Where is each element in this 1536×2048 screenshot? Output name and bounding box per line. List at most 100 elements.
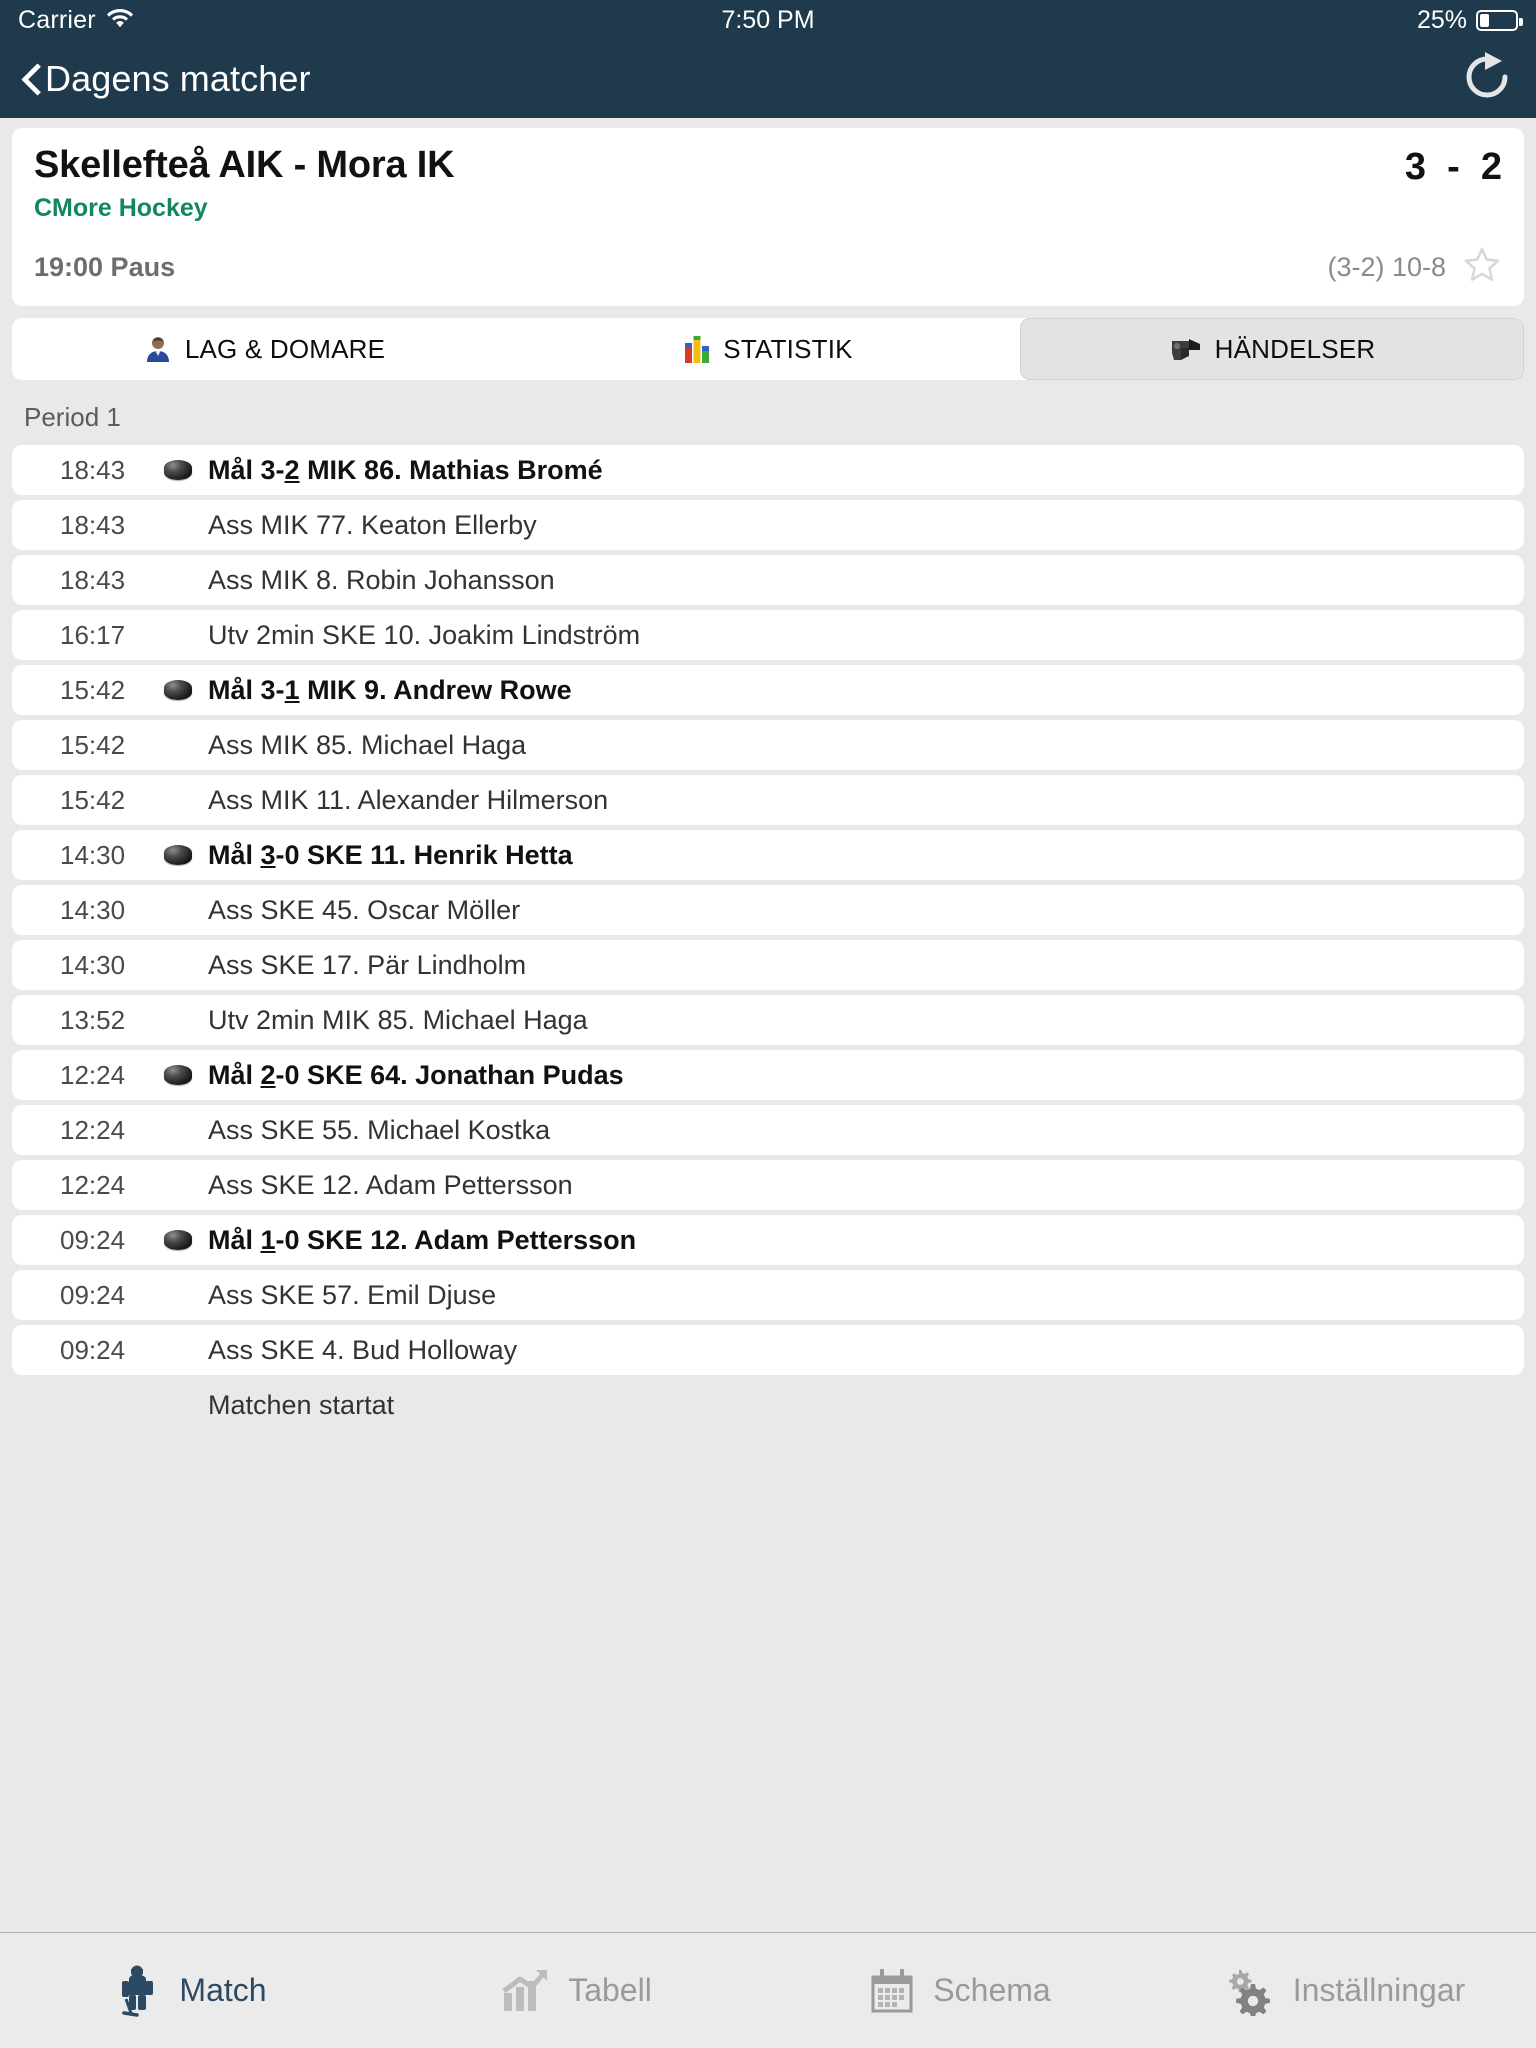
event-text: Ass MIK 77. Keaton Ellerby [208, 509, 537, 540]
tab-handelser-label: HÄNDELSER [1214, 333, 1376, 364]
bottom-tab-installningar-label: Inställningar [1292, 1972, 1466, 2008]
event-text: Ass SKE 57. Emil Djuse [208, 1279, 497, 1310]
tab-lag-domare[interactable]: LAG & DOMARE [12, 318, 516, 380]
bottom-tab-tabell-label: Tabell [568, 1972, 652, 2008]
event-time: 18:43 [60, 454, 126, 485]
event-time: 12:24 [60, 1169, 126, 1200]
event-scoring-team-digit: 2 [284, 454, 300, 485]
status-bar-left: Carrier [18, 6, 134, 35]
event-time: 14:30 [60, 894, 126, 925]
event-row[interactable]: 18:43 Ass MIK 8. Robin Johansson [12, 555, 1524, 605]
event-scoring-team-digit: 2 [260, 1059, 276, 1090]
bottom-tab-schema-label: Schema [933, 1972, 1051, 2008]
event-scoring-team-digit: 1 [260, 1224, 276, 1255]
event-time: 18:43 [60, 509, 126, 540]
puck-icon [164, 845, 208, 865]
bottom-tab-installningar[interactable]: Inställningar [1152, 1966, 1536, 2016]
tab-lag-domare-label: LAG & DOMARE [184, 333, 386, 364]
match-title-row: Skellefteå AIK - Mora IK 3 - 2 [34, 145, 1502, 189]
event-row[interactable]: 12:24 Mål 2-0 SKE 64. Jonathan Pudas [12, 1050, 1524, 1100]
events-list: 18:43 Mål 3-2 MIK 86. Mathias Bromé 18:43 A… [0, 445, 1536, 1435]
event-text: Mål 3-1 MIK 9. Andrew Rowe [208, 674, 572, 705]
battery-icon [1476, 9, 1523, 31]
bottom-tab-bar: Match Tabell Schema Inställningar [0, 1932, 1536, 2048]
event-row[interactable]: 14:30 Ass SKE 17. Pär Lindholm [12, 940, 1524, 990]
puck-glyph [164, 1065, 192, 1085]
event-time: 15:42 [60, 729, 126, 760]
person-icon [143, 334, 173, 364]
event-row[interactable]: 12:24 Ass SKE 12. Adam Pettersson [12, 1160, 1524, 1210]
bottom-tab-schema[interactable]: Schema [768, 1967, 1152, 2015]
puck-glyph [164, 680, 192, 700]
bottom-tab-match[interactable]: Match [0, 1965, 384, 2017]
status-bar-clock: 7:50 PM [721, 5, 815, 34]
star-outline-icon [1462, 247, 1502, 289]
tab-handelser[interactable]: HÄNDELSER [1020, 318, 1524, 380]
back-button-label: Dagens matcher [45, 58, 311, 99]
event-text: Mål 3-2 MIK 86. Mathias Bromé [208, 454, 603, 485]
event-row[interactable]: 15:42 Ass MIK 85. Michael Haga [12, 720, 1524, 770]
event-row[interactable]: 13:52 Utv 2min MIK 85. Michael Haga [12, 995, 1524, 1045]
tab-statistik[interactable]: STATISTIK [516, 318, 1020, 380]
event-time: 15:42 [60, 674, 126, 705]
refresh-button[interactable] [1460, 50, 1514, 109]
puck-icon [164, 460, 208, 480]
event-row[interactable]: 14:30 Ass SKE 45. Oscar Möller [12, 885, 1524, 935]
event-time: 09:24 [60, 1334, 126, 1365]
event-row[interactable]: 09:24 Mål 1-0 SKE 12. Adam Pettersson [12, 1215, 1524, 1265]
event-row[interactable]: 15:42 Mål 3-1 MIK 9. Andrew Rowe [12, 665, 1524, 715]
event-row[interactable]: 12:24 Ass SKE 55. Michael Kostka [12, 1105, 1524, 1155]
event-time: 12:24 [60, 1114, 126, 1145]
event-row[interactable]: 18:43 Mål 3-2 MIK 86. Mathias Bromé [12, 445, 1524, 495]
event-text: Utv 2min MIK 85. Michael Haga [208, 1004, 588, 1035]
event-text: Matchen startat [208, 1389, 395, 1420]
chart-up-icon [500, 1967, 550, 2015]
event-row[interactable]: 15:42 Ass MIK 11. Alexander Hilmerson [12, 775, 1524, 825]
gears-icon [1223, 1966, 1275, 2016]
match-score: 3 - 2 [1404, 146, 1502, 188]
tab-statistik-label: STATISTIK [723, 333, 853, 364]
carrier-label: Carrier [18, 5, 96, 34]
event-time: 16:17 [60, 619, 126, 650]
event-time: 18:43 [60, 564, 126, 595]
status-bar-right: 25% [1417, 6, 1523, 35]
event-time: 15:42 [60, 784, 126, 815]
bottom-tab-tabell[interactable]: Tabell [384, 1967, 768, 2015]
goalie-icon [117, 1965, 161, 2017]
whistle-icon [1169, 335, 1203, 363]
event-text: Ass MIK 11. Alexander Hilmerson [208, 784, 609, 815]
event-row[interactable]: 09:24 Ass SKE 4. Bud Holloway [12, 1325, 1524, 1375]
event-text: Ass MIK 85. Michael Haga [208, 729, 527, 760]
match-channel: CMore Hockey [34, 194, 208, 222]
event-row[interactable]: 18:43 Ass MIK 77. Keaton Ellerby [12, 500, 1524, 550]
puck-icon [164, 1230, 208, 1250]
event-text: Mål 1-0 SKE 12. Adam Pettersson [208, 1224, 637, 1255]
event-scoring-team-digit: 1 [284, 674, 300, 705]
puck-glyph [164, 845, 192, 865]
period-label: Period 1 [24, 402, 121, 432]
puck-icon [164, 1065, 208, 1085]
calendar-icon [869, 1967, 915, 2015]
event-text: Ass SKE 17. Pär Lindholm [208, 949, 527, 980]
event-scoring-team-digit: 3 [260, 839, 276, 870]
event-text: Ass SKE 4. Bud Holloway [208, 1334, 518, 1365]
event-row[interactable]: Matchen startat [12, 1380, 1524, 1430]
event-row[interactable]: 16:17 Utv 2min SKE 10. Joakim Lindström [12, 610, 1524, 660]
favorite-star-button[interactable] [1462, 245, 1502, 290]
event-time: 09:24 [60, 1224, 126, 1255]
event-text: Ass SKE 12. Adam Pettersson [208, 1169, 573, 1200]
event-row[interactable]: 09:24 Ass SKE 57. Emil Djuse [12, 1270, 1524, 1320]
puck-icon [164, 680, 208, 700]
match-header-card[interactable]: Skellefteå AIK - Mora IK 3 - 2 CMore Hoc… [12, 128, 1524, 306]
bottom-tab-match-label: Match [179, 1972, 267, 2008]
event-row[interactable]: 14:30 Mål 3-0 SKE 11. Henrik Hetta [12, 830, 1524, 880]
event-text: Utv 2min SKE 10. Joakim Lindström [208, 619, 641, 650]
refresh-icon [1460, 50, 1514, 109]
app-window: Carrier 7:50 PM 25% Dagens matcher Skell… [0, 0, 1536, 2048]
back-button[interactable]: Dagens matcher [22, 58, 311, 100]
event-text: Ass MIK 8. Robin Johansson [208, 564, 555, 595]
event-time: 14:30 [60, 839, 126, 870]
chevron-left-icon [22, 64, 39, 94]
navigation-bar: Dagens matcher [0, 40, 1536, 118]
puck-glyph [164, 1230, 192, 1250]
